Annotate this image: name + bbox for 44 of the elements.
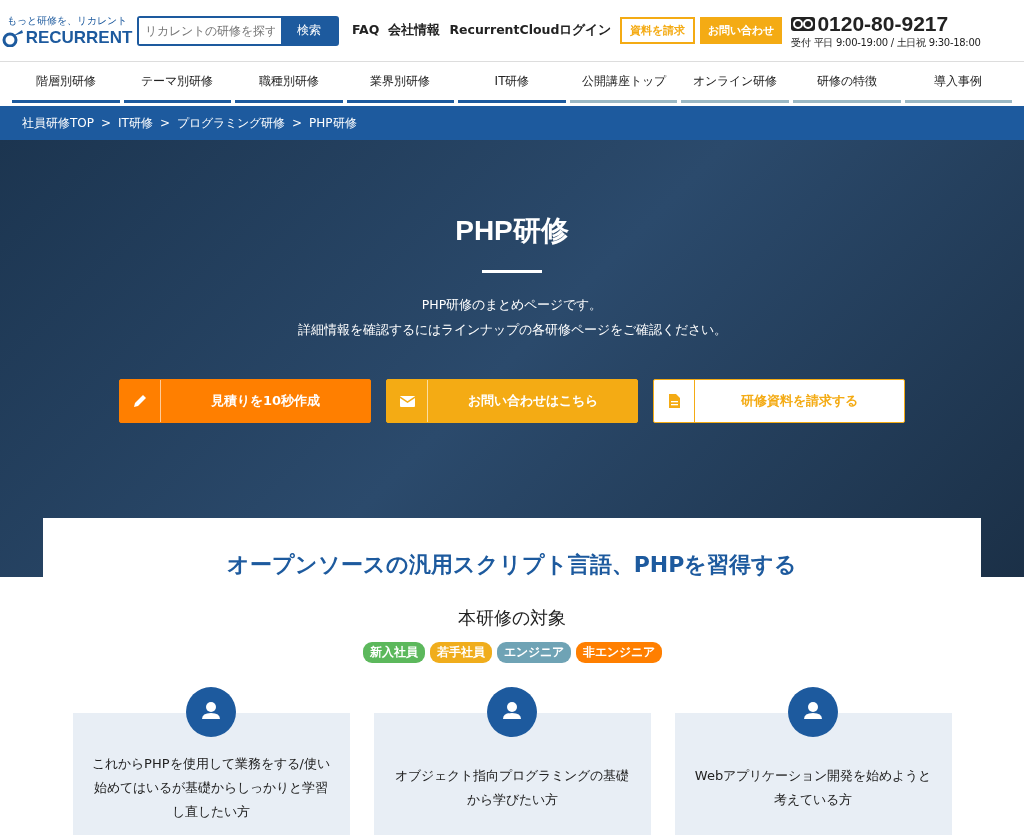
person-icon — [788, 687, 838, 737]
audience-tag: 非エンジニア — [575, 642, 662, 663]
hero-title: PHP研修 — [455, 214, 569, 248]
hero-description: 詳細情報を確認するにはラインナップの各研修ページをご確認ください。 — [297, 322, 727, 339]
nav-item[interactable]: 職種別研修 — [235, 62, 343, 103]
search-button[interactable]: 検索 — [281, 17, 337, 44]
envelope-icon — [399, 395, 415, 407]
audience-tag: 新入社員 — [362, 642, 425, 663]
target-description: オブジェクト指向プログラミングの基礎から学びたい方 — [394, 766, 630, 809]
target-description: Webアプリケーション開発を始めようと考えている方 — [693, 766, 933, 809]
nav-item[interactable]: 公開講座トップ — [569, 62, 678, 103]
logo-icon — [1, 28, 24, 47]
nav-item[interactable]: 業界別研修 — [346, 62, 455, 103]
breadcrumb-link[interactable]: 社員研修TOP — [22, 114, 94, 132]
freedial-icon — [791, 16, 816, 31]
section-heading: オープンソースの汎用スクリプト言語、PHPを習得する — [226, 551, 798, 579]
logo-text[interactable]: RECURRENT — [25, 27, 133, 48]
hero-description: PHP研修のまとめページです。 — [421, 297, 603, 314]
nav-item[interactable]: 導入事例 — [904, 62, 1013, 103]
phone-number[interactable]: 0120-80-9217 — [817, 11, 949, 36]
breadcrumb-link[interactable]: IT研修 — [118, 114, 153, 132]
breadcrumb-link[interactable]: プログラミング研修 — [177, 114, 285, 132]
business-hours: 受付 平日 9:00-19:00 / 土日祝 9:30-18:00 — [791, 35, 981, 50]
breadcrumb-separator: > — [159, 116, 170, 130]
nav-item[interactable]: 研修の特徴 — [792, 62, 901, 103]
breadcrumb-separator: > — [292, 116, 303, 130]
nav-item[interactable]: テーマ別研修 — [123, 62, 232, 103]
nav-item[interactable]: 階層別研修 — [12, 62, 120, 103]
nav-item[interactable]: IT研修 — [458, 62, 566, 103]
header-link[interactable]: 会社情報 — [388, 22, 441, 39]
breadcrumb-link[interactable]: PHP研修 — [309, 114, 357, 132]
document-icon — [668, 394, 680, 408]
target-description: これからPHPを使用して業務をする/使い始めてはいるが基礎からしっかりと学習し直したい方 — [91, 754, 331, 821]
person-icon — [487, 687, 537, 737]
pencil-icon — [133, 394, 147, 408]
breadcrumb-separator: > — [101, 116, 112, 130]
header-link[interactable]: RecurrentCloudログイン — [449, 22, 612, 39]
person-icon — [186, 687, 236, 737]
header-link[interactable]: FAQ — [352, 22, 380, 39]
nav-item[interactable]: オンライン研修 — [681, 62, 789, 103]
logo-tagline: もっと研修を、リカレント — [7, 13, 127, 28]
target-title: 本研修の対象 — [458, 606, 566, 630]
audience-tag: 若手社員 — [429, 642, 492, 663]
audience-tag: エンジニア — [496, 642, 571, 663]
